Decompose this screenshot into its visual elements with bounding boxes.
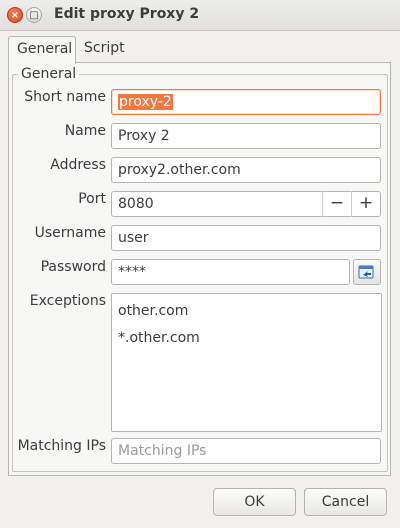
tab-script[interactable]: Script <box>76 36 132 64</box>
password-generate-icon <box>358 265 374 279</box>
exceptions-label: Exceptions <box>29 293 106 309</box>
address-field[interactable]: proxy2.other.com <box>111 157 381 183</box>
ok-button[interactable]: OK <box>213 488 296 516</box>
matching-ips-placeholder: Matching IPs <box>118 443 207 459</box>
matching-ips-label: Matching IPs <box>17 438 106 454</box>
name-field[interactable]: Proxy 2 <box>111 123 381 149</box>
cancel-button[interactable]: Cancel <box>304 488 387 516</box>
port-decrement-button[interactable]: − <box>322 191 351 217</box>
port-label: Port <box>78 191 106 207</box>
exception-line: *.other.com <box>118 330 200 346</box>
close-icon[interactable]: × <box>7 7 23 23</box>
general-frame-label: General <box>18 66 80 82</box>
name-label: Name <box>64 123 106 139</box>
password-generate-button[interactable] <box>353 259 381 285</box>
address-label: Address <box>50 157 106 173</box>
password-label: Password <box>40 259 106 275</box>
short-name-label: Short name <box>24 89 106 105</box>
matching-ips-field[interactable]: Matching IPs <box>111 438 381 464</box>
tab-general[interactable]: General <box>8 36 76 64</box>
exception-line: other.com <box>118 303 189 319</box>
username-label: Username <box>34 225 106 241</box>
exceptions-textarea[interactable]: other.com *.other.com <box>111 293 382 432</box>
port-increment-button[interactable]: + <box>351 191 380 217</box>
short-name-field[interactable]: proxy-2 <box>111 89 381 115</box>
port-value: 8080 <box>118 196 154 212</box>
window-title: Edit proxy Proxy 2 <box>54 6 200 22</box>
short-name-value: proxy-2 <box>118 94 173 110</box>
maximize-icon[interactable]: □ <box>26 7 42 23</box>
username-field[interactable]: user <box>111 225 381 251</box>
title-bar: × □ Edit proxy Proxy 2 <box>0 0 400 31</box>
password-field[interactable]: **** <box>111 259 350 285</box>
